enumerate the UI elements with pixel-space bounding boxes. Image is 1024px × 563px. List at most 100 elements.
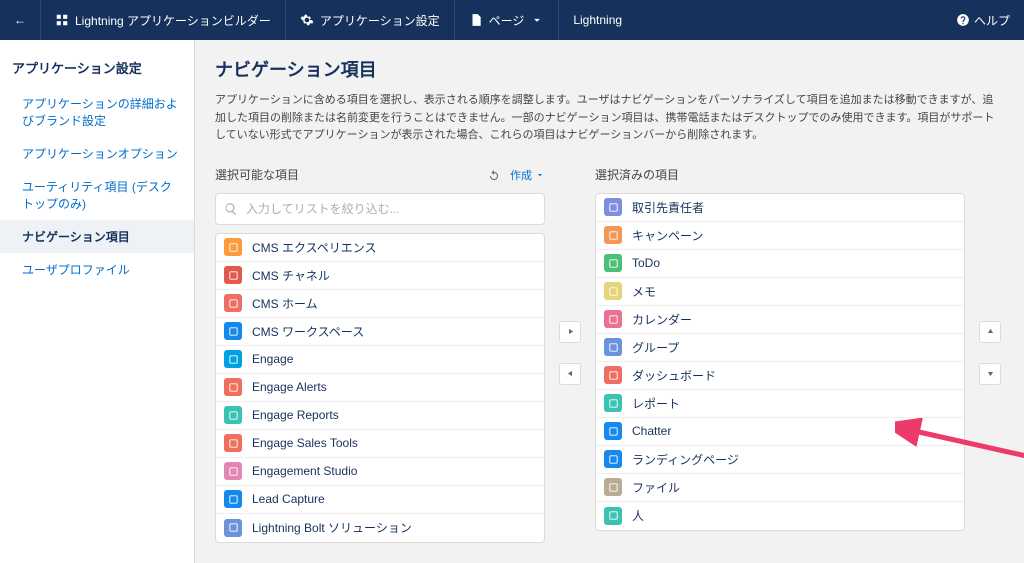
item-icon — [604, 226, 622, 244]
sidebar-item[interactable]: ナビゲーション項目 — [0, 220, 194, 253]
item-icon — [224, 406, 242, 424]
available-list: CMS エクスペリエンスCMS チャネル CMS ホーム CMS ワークスペース En… — [215, 233, 545, 543]
move-down-button[interactable] — [979, 363, 1001, 385]
list-item[interactable]: CMS ワークスペース — [216, 318, 544, 346]
settings-sidebar: アプリケーション設定 アプリケーションの詳細およびブランド設定アプリケーションオ… — [0, 40, 195, 563]
list-item[interactable]: Engage Alerts — [216, 374, 544, 402]
chevron-down-icon — [530, 13, 544, 27]
list-item[interactable]: ToDo — [596, 250, 964, 278]
list-item[interactable]: カレンダー — [596, 306, 964, 334]
item-label: ファイル — [632, 479, 680, 496]
move-right-button[interactable] — [559, 321, 581, 343]
list-item[interactable]: Lead Capture — [216, 486, 544, 514]
item-label: レポート — [632, 395, 680, 412]
item-icon — [224, 322, 242, 340]
item-label: CMS ワークスペース — [252, 323, 364, 340]
item-icon — [604, 507, 622, 525]
item-icon — [224, 294, 242, 312]
back-button[interactable]: ← — [0, 0, 41, 40]
item-label: ToDo — [632, 256, 660, 270]
item-icon — [604, 282, 622, 300]
sidebar-item[interactable]: ユーザプロファイル — [0, 253, 194, 286]
create-button[interactable]: 作成 — [510, 167, 545, 183]
item-label: メモ — [632, 283, 656, 300]
item-icon — [604, 422, 622, 440]
item-label: ランディングページ — [632, 451, 739, 468]
page-description: アプリケーションに含める項目を選択し、表示される順序を調整します。ユーザはナビゲ… — [215, 92, 1004, 145]
search-icon — [224, 202, 238, 216]
list-item[interactable]: レポート — [596, 390, 964, 418]
sidebar-item[interactable]: アプリケーションオプション — [0, 137, 194, 170]
item-label: ダッシュボード — [632, 367, 716, 384]
gear-icon — [300, 13, 314, 27]
item-label: Lightning Bolt ソリューション — [252, 519, 412, 536]
item-label: 人 — [632, 507, 644, 524]
list-item[interactable]: ダッシュボード — [596, 362, 964, 390]
item-icon — [224, 434, 242, 452]
item-label: Lead Capture — [252, 492, 325, 506]
page-icon — [469, 13, 483, 27]
move-left-button[interactable] — [559, 363, 581, 385]
grid-icon — [55, 13, 69, 27]
item-icon — [224, 519, 242, 537]
list-item[interactable]: ファイル — [596, 474, 964, 502]
triangle-down-icon — [986, 369, 995, 378]
list-item[interactable]: Engage Sales Tools — [216, 430, 544, 458]
item-icon — [224, 462, 242, 480]
list-item[interactable]: ランディングページ — [596, 446, 964, 474]
item-label: グループ — [632, 339, 679, 356]
refresh-button[interactable] — [488, 169, 500, 181]
item-icon — [224, 238, 242, 256]
selected-list: 取引先責任者キャンペーン ToDo メモカレンダーグループダッシュボードレポート Ch… — [595, 193, 965, 531]
item-label: Engage Alerts — [252, 380, 327, 394]
item-label: キャンペーン — [632, 227, 703, 244]
list-item[interactable]: 人 — [596, 502, 964, 530]
page-title: ナビゲーション項目 — [215, 56, 1004, 82]
sidebar-title: アプリケーション設定 — [0, 50, 194, 87]
list-item[interactable]: CMS ホーム — [216, 290, 544, 318]
sidebar-item[interactable]: ユーティリティ項目 (デスクトップのみ) — [0, 170, 194, 220]
list-item[interactable]: CMS エクスペリエンス — [216, 234, 544, 262]
item-label: カレンダー — [632, 311, 692, 328]
item-icon — [604, 478, 622, 496]
question-icon — [956, 13, 970, 27]
triangle-right-icon — [566, 327, 575, 336]
available-title: 選択可能な項目 — [215, 166, 478, 183]
app-name: Lightning — [559, 0, 636, 40]
item-label: Engage Sales Tools — [252, 436, 358, 450]
chevron-down-icon — [535, 170, 545, 180]
item-label: 取引先責任者 — [632, 199, 704, 216]
item-icon — [604, 450, 622, 468]
list-item[interactable]: メモ — [596, 278, 964, 306]
sidebar-item[interactable]: アプリケーションの詳細およびブランド設定 — [0, 87, 194, 137]
item-label: Chatter — [632, 424, 671, 438]
item-icon — [604, 310, 622, 328]
item-label: Engage Reports — [252, 408, 339, 422]
search-input[interactable] — [246, 202, 544, 216]
list-item[interactable]: キャンペーン — [596, 222, 964, 250]
item-label: Engagement Studio — [252, 464, 357, 478]
move-up-button[interactable] — [979, 321, 1001, 343]
item-icon — [224, 266, 242, 284]
item-label: CMS ホーム — [252, 295, 318, 312]
selected-title: 選択済みの項目 — [595, 166, 965, 183]
item-icon — [604, 254, 622, 272]
list-item[interactable]: Engagement Studio — [216, 458, 544, 486]
list-item[interactable]: 取引先責任者 — [596, 194, 964, 222]
list-item[interactable]: グループ — [596, 334, 964, 362]
help-button[interactable]: ヘルプ — [942, 0, 1024, 40]
pages-dropdown[interactable]: ページ — [455, 0, 560, 40]
list-item[interactable]: Engage Reports — [216, 402, 544, 430]
item-icon — [604, 198, 622, 216]
builder-title: Lightning アプリケーションビルダー — [41, 0, 286, 40]
refresh-icon — [488, 169, 500, 181]
item-icon — [604, 366, 622, 384]
app-settings-tab[interactable]: アプリケーション設定 — [286, 0, 455, 40]
list-item[interactable]: Engage — [216, 346, 544, 374]
list-item[interactable]: Chatter — [596, 418, 964, 446]
list-item[interactable]: CMS チャネル — [216, 262, 544, 290]
triangle-left-icon — [566, 369, 575, 378]
search-input-wrap — [215, 193, 545, 225]
list-item[interactable]: Lightning Bolt ソリューション — [216, 514, 544, 542]
item-icon — [604, 338, 622, 356]
